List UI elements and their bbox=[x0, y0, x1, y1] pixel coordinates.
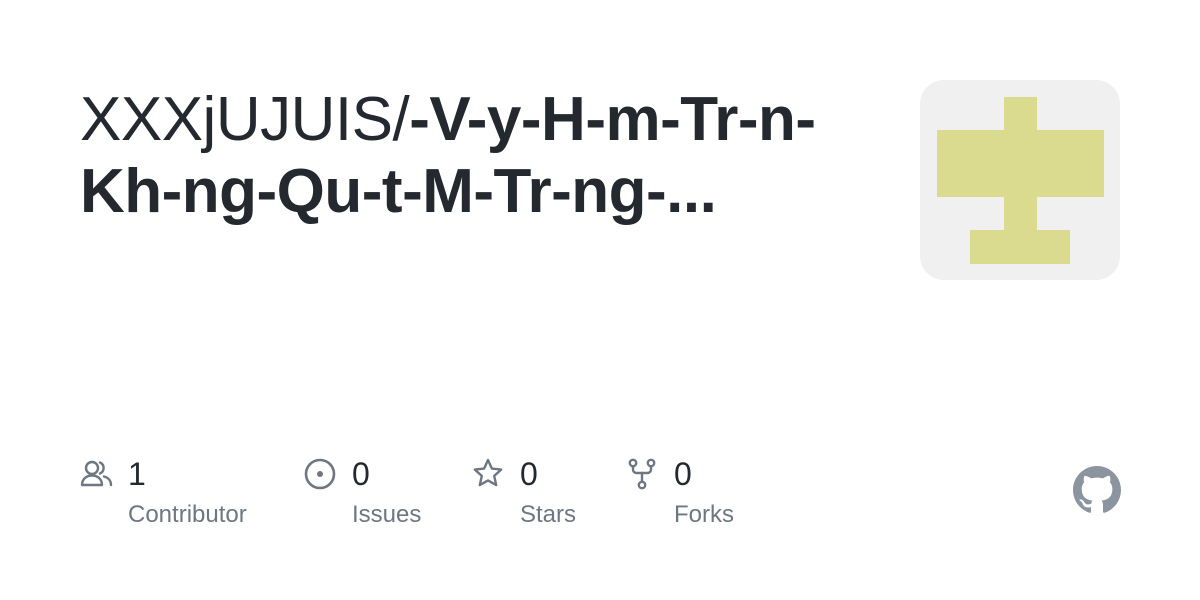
forks-count: 0 bbox=[674, 456, 692, 492]
star-icon bbox=[473, 458, 503, 487]
issues-label: Issues bbox=[352, 501, 422, 528]
contributors-count: 1 bbox=[128, 456, 146, 492]
contributors-label: Contributor bbox=[128, 501, 247, 528]
issue-opened-icon bbox=[304, 458, 336, 490]
repo-title[interactable]: XXXjUJUIS/-V-y-H-m-Tr-n-Kh-ng-Qu-t-M-Tr-… bbox=[80, 84, 840, 228]
identicon-pattern bbox=[937, 97, 1104, 264]
repo-forked-icon bbox=[628, 458, 656, 490]
owner-avatar[interactable] bbox=[920, 80, 1120, 280]
repo-social-card: XXXjUJUIS/-V-y-H-m-Tr-n-Kh-ng-Qu-t-M-Tr-… bbox=[0, 0, 1200, 600]
github-logo-icon[interactable] bbox=[1073, 466, 1121, 514]
repo-owner[interactable]: XXXjUJUIS/ bbox=[80, 85, 410, 154]
people-icon bbox=[80, 460, 113, 487]
stars-count: 0 bbox=[520, 456, 538, 492]
issues-count: 0 bbox=[352, 456, 370, 492]
stars-label: Stars bbox=[520, 501, 577, 528]
forks-label: Forks bbox=[674, 501, 734, 528]
